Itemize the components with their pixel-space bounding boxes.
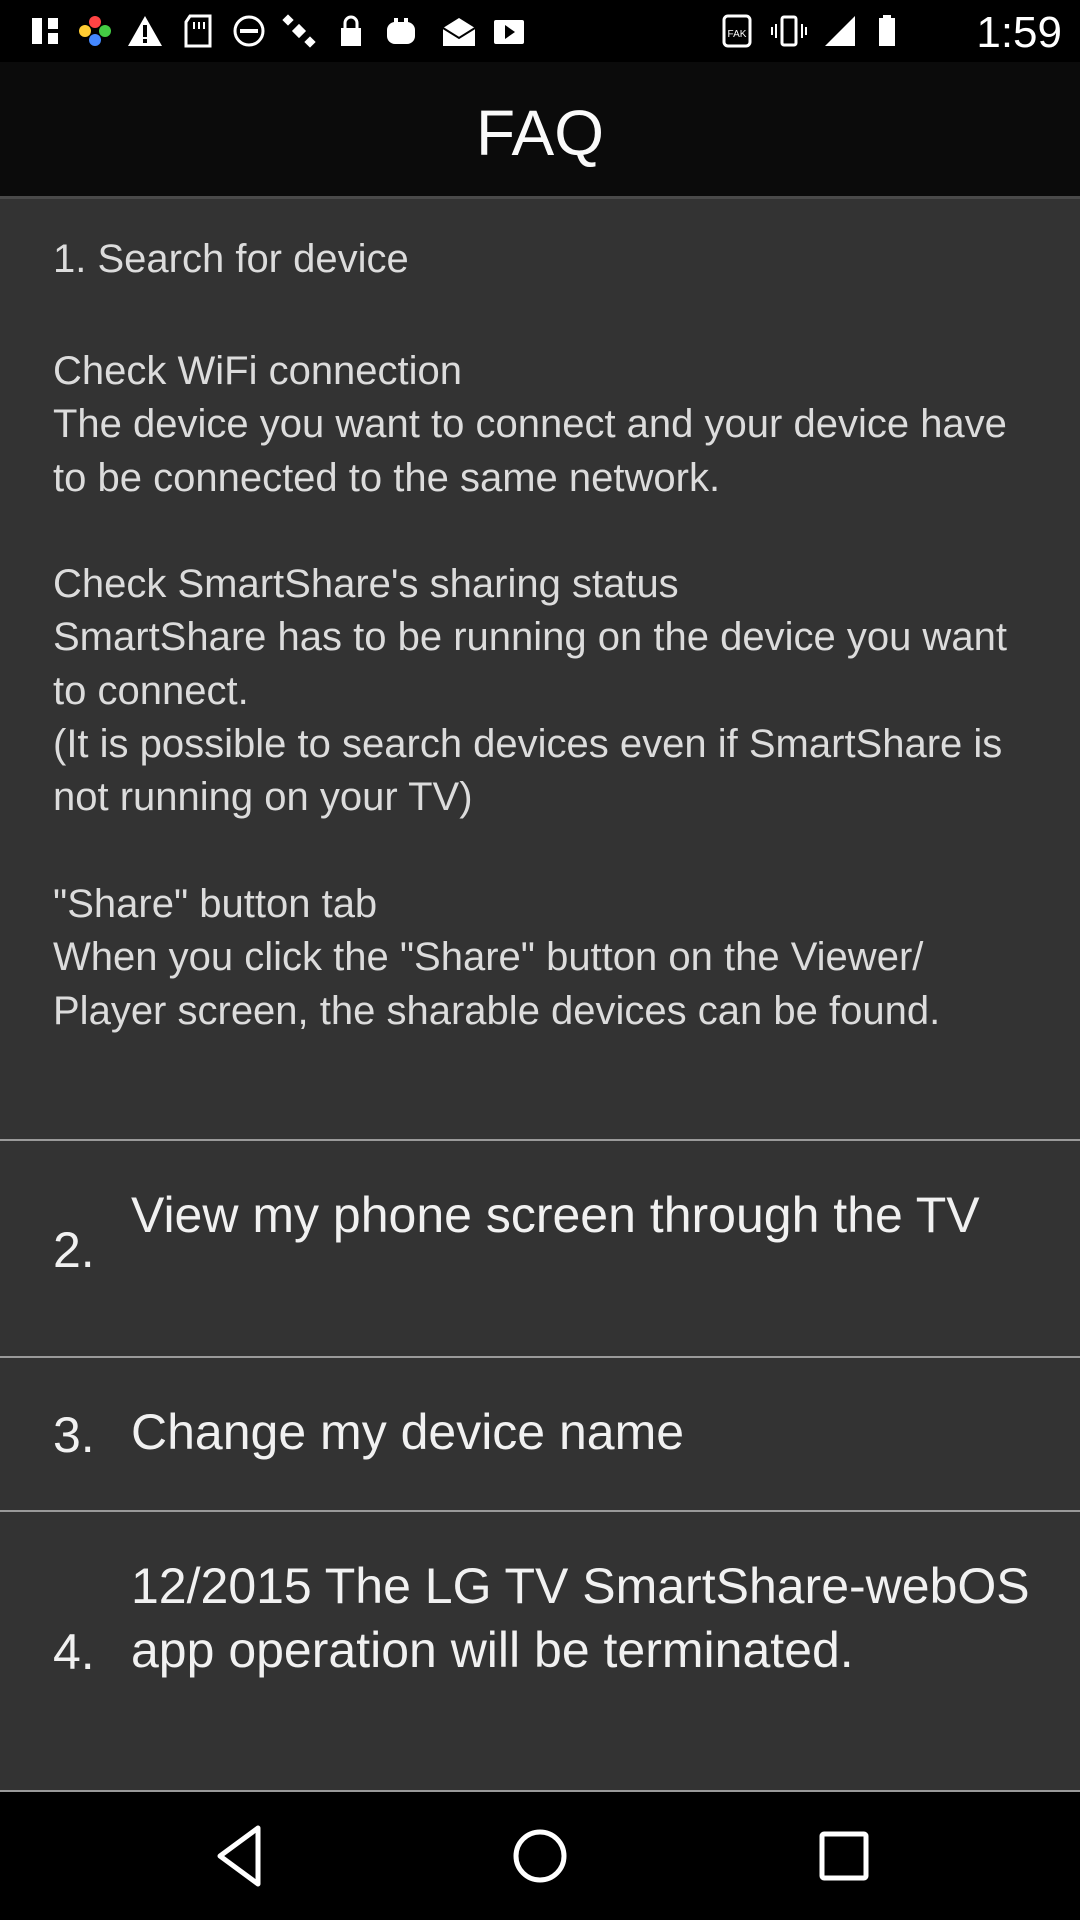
recents-icon[interactable] [806,1818,882,1894]
faq-item-1-title: 1. Search for device [53,237,409,281]
warning-icon [128,16,162,46]
faq-item-1-answer: Check WiFi connection The device you wan… [53,349,1007,1033]
faq-item-number: 2. [53,1222,95,1278]
faq-item-1-expanded[interactable]: 1. Search for device Check WiFi connecti… [0,199,1080,1139]
faq-item-4[interactable]: 4. 12/2015 The LG TV SmartShare-webOS ap… [0,1512,1080,1790]
play-store-icon [494,20,524,44]
lock-icon [341,15,361,46]
clock: 1:59 [976,8,1062,57]
faq-item-2[interactable]: 2. View my phone screen through the TV [0,1141,1080,1356]
battery-icon [879,15,895,46]
block-icon [233,15,265,47]
sd-card-icon [184,14,212,48]
faq-item-question: 12/2015 The LG TV SmartShare-webOS app o… [131,1558,1030,1678]
back-icon[interactable] [202,1818,278,1894]
faq-item-3[interactable]: 3. Change my device name [0,1358,1080,1510]
page-title: FAQ [475,97,605,169]
faq-item-number: 4. [53,1624,95,1680]
home-icon[interactable] [502,1818,578,1894]
toaster-icon [387,18,415,44]
satellite-icon [282,14,316,48]
svg-text:FAK: FAK [728,29,747,40]
status-bar: FAK 1:59 [0,0,1080,62]
nfc-icon: FAK [722,14,752,48]
mail-open-icon [442,18,476,46]
pinwheel-icon [79,16,111,46]
faq-item-question: View my phone screen through the TV [131,1187,980,1243]
flip-icon [32,18,58,44]
faq-item-question: Change my device name [131,1404,685,1460]
no-signal-icon [825,16,855,46]
vibrate-icon [771,15,807,47]
faq-list[interactable]: 1. Search for device Check WiFi connecti… [0,199,1080,1792]
faq-item-number: 3. [53,1407,95,1463]
app-bar: FAQ [0,62,1080,199]
navigation-bar [0,1792,1080,1920]
